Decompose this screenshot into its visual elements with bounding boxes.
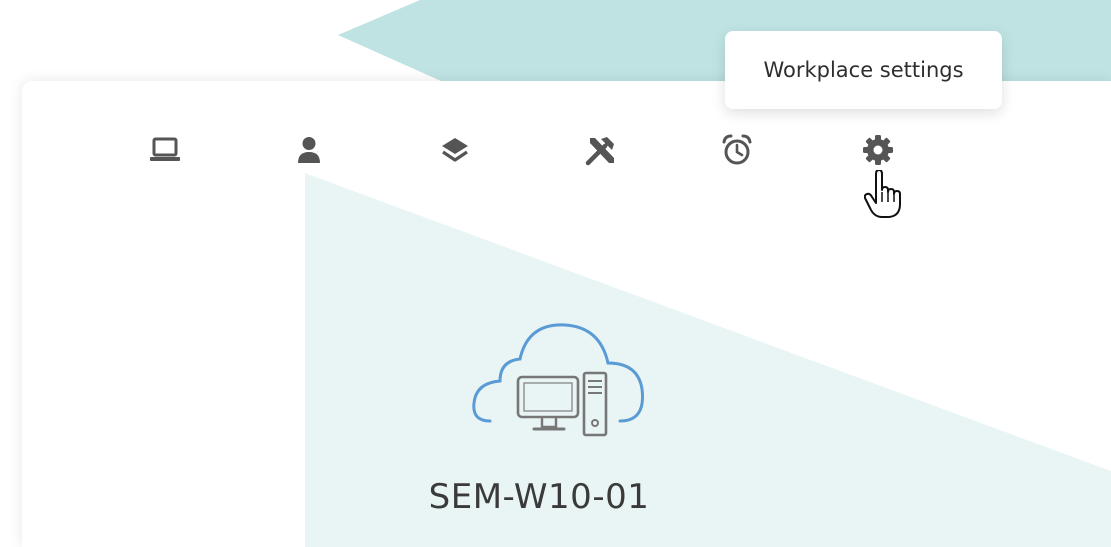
- toolbar-layers-button[interactable]: [430, 125, 480, 175]
- cloud-computer-icon: [472, 323, 645, 437]
- toolbar-tools-button[interactable]: [576, 125, 626, 175]
- workplace-illustration: [470, 321, 660, 441]
- alarm-clock-icon: [722, 134, 752, 165]
- settings-tooltip: Workplace settings: [725, 31, 1002, 109]
- workplace-card: SEM-W10-01: [22, 81, 1111, 547]
- workplace-name: SEM-W10-01: [428, 477, 650, 517]
- user-icon: [298, 137, 320, 163]
- tools-icon: [585, 137, 614, 166]
- layers-icon: [442, 138, 468, 162]
- toolbar-user-button[interactable]: [284, 125, 334, 175]
- gear-icon: [863, 135, 893, 165]
- toolbar-alarm-button[interactable]: [712, 125, 762, 175]
- laptop-icon: [150, 137, 180, 161]
- toolbar-laptop-button[interactable]: [140, 125, 190, 175]
- hand-cursor-icon: [864, 170, 901, 218]
- toolbar-settings-button[interactable]: [853, 125, 903, 175]
